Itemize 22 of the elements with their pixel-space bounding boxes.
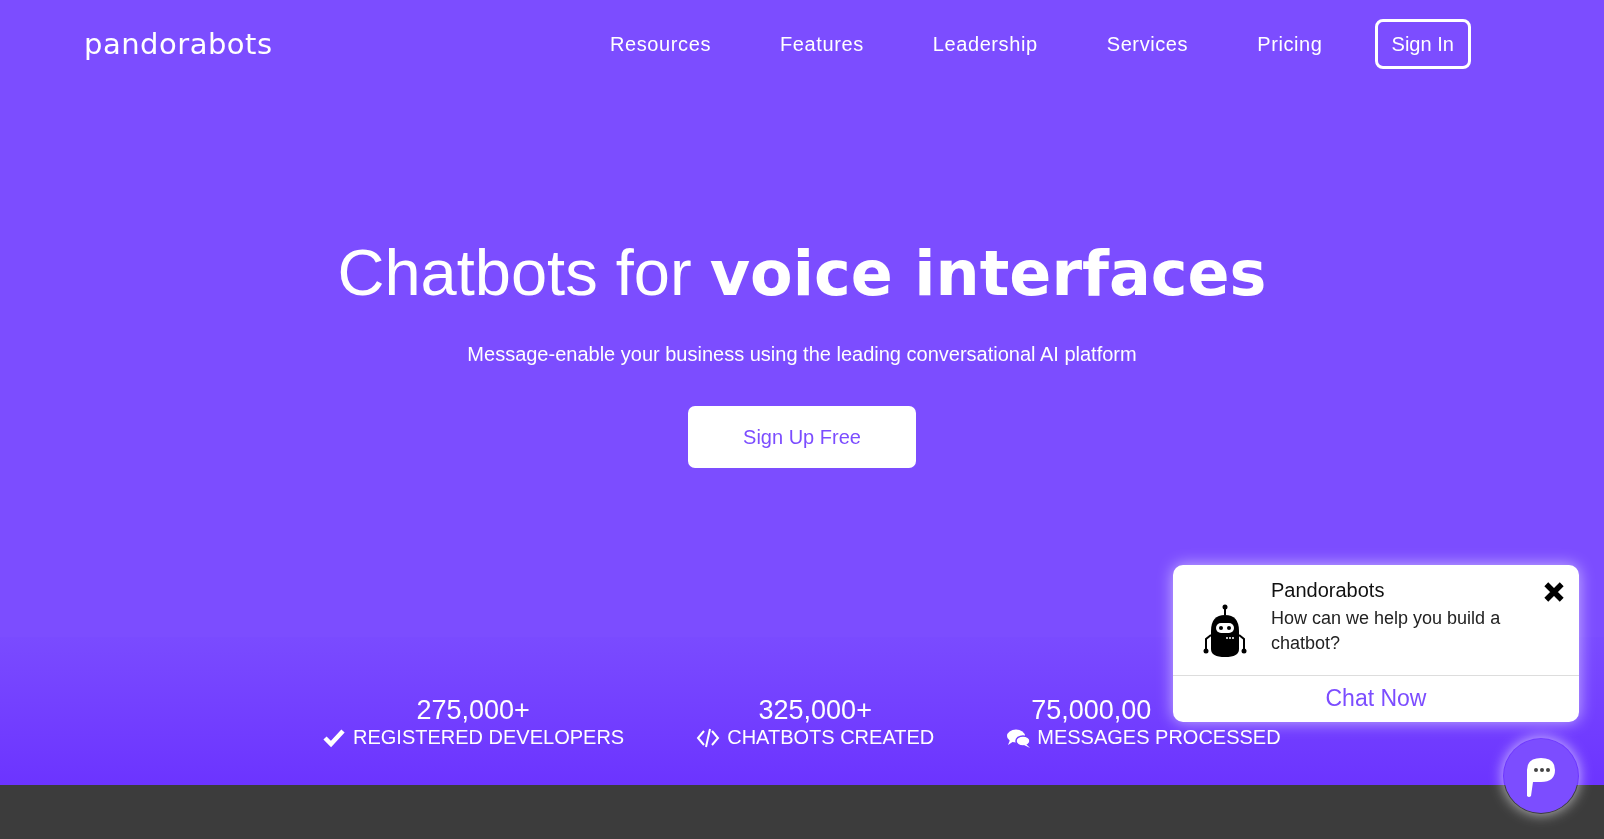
stat-number: 325,000+ [758, 696, 872, 726]
sign-in-button[interactable]: Sign In [1374, 19, 1471, 69]
stat-label: REGISTERED DEVELOPERS [353, 726, 625, 749]
bot-name: Pandorabots [1271, 579, 1386, 602]
stat-label: CHATBOTS CREATED [727, 726, 935, 749]
nav-link[interactable]: Resources [610, 32, 711, 56]
stat-number: 275,000+ [416, 696, 530, 726]
sign-up-button[interactable]: Sign Up Free [688, 406, 916, 468]
hero-subtitle: Message-enable your business using the leading conversational AI platform [467, 343, 1137, 366]
bot-message: How can we help you build a chatbot? [1271, 607, 1502, 656]
nav-link[interactable]: Services [1106, 32, 1189, 56]
nav-link[interactable]: Features [780, 32, 864, 56]
code-icon [696, 726, 722, 749]
stat-number: 75,000,00 [1031, 696, 1152, 726]
logo[interactable]: pandorabots [84, 27, 584, 61]
hero-title: Chatbots for voice interfaces [337, 240, 1267, 305]
close-icon[interactable] [1543, 581, 1565, 603]
stat-label: MESSAGES PROCESSED [1037, 726, 1281, 749]
nav-link[interactable]: Pricing [1257, 32, 1323, 56]
chat-now-button[interactable]: Chat Now [1173, 676, 1579, 722]
chat-launcher-icon[interactable] [1503, 738, 1579, 814]
nav-link[interactable]: Leadership [932, 32, 1038, 56]
